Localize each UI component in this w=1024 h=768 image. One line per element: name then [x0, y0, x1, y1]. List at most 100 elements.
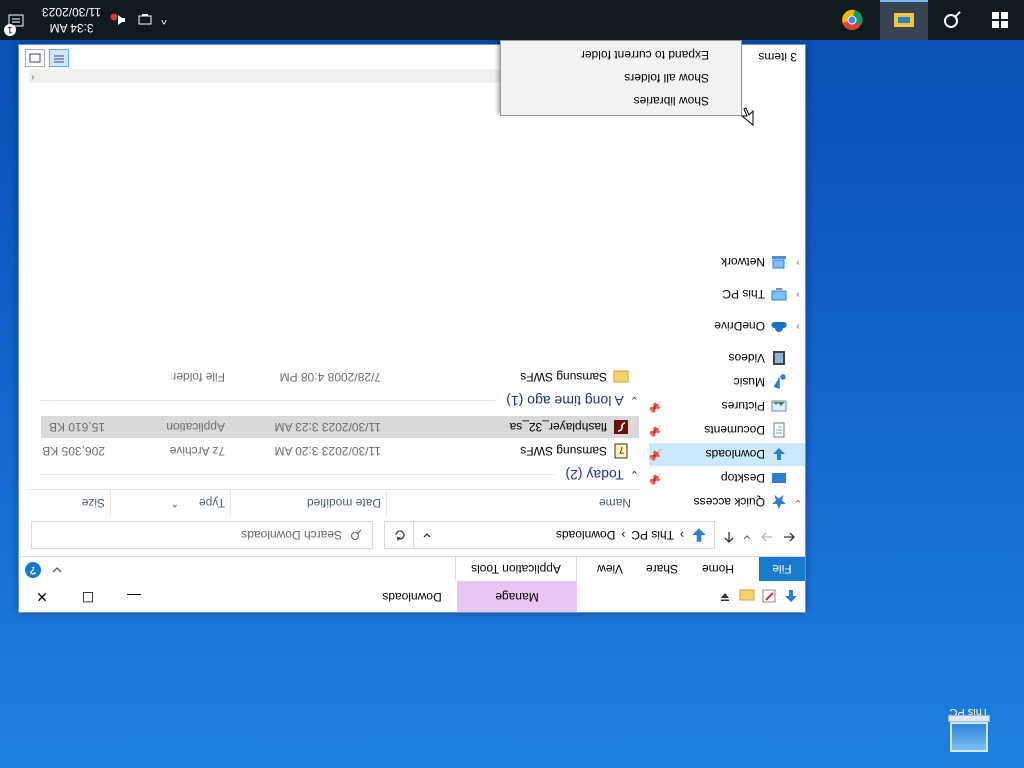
clock[interactable]: 3:34 AM 11/30/2023 [42, 4, 101, 36]
new-folder-icon[interactable] [739, 588, 755, 604]
search-box[interactable]: Search Downloads [31, 521, 373, 549]
nav-item-downloads[interactable]: Downloads 📌 [649, 443, 805, 466]
file-name: flashplayer_32_sa [509, 420, 607, 434]
column-header-type[interactable]: Type [199, 490, 225, 516]
column-divider[interactable] [230, 490, 231, 516]
taskbar-chrome[interactable] [828, 0, 876, 40]
forward-button[interactable] [757, 527, 777, 547]
nav-item-label: Desktop [720, 471, 765, 486]
windows-logo-icon [992, 12, 1008, 28]
view-toggle-group [25, 49, 69, 67]
tab-home[interactable]: Home [693, 557, 743, 581]
file-explorer-icon [894, 13, 914, 27]
nav-item-documents[interactable]: Documents 📌 [649, 419, 805, 442]
menu-item-label: Show all folders [624, 71, 709, 85]
action-center-button[interactable]: 1 [4, 0, 28, 40]
nav-item-label: Quick access [693, 495, 765, 510]
expand-chevron-icon[interactable]: › [791, 321, 805, 332]
start-button[interactable] [976, 0, 1024, 40]
show-hidden-icons-chevron-icon[interactable]: ^ [161, 13, 167, 27]
column-header-size[interactable]: Size [82, 490, 105, 516]
breadcrumb-separator: › [621, 528, 626, 542]
pin-icon[interactable]: 📌 [649, 424, 663, 437]
column-header-name[interactable]: Name [599, 490, 631, 516]
nav-item-desktop[interactable]: Desktop 📌 [649, 467, 805, 490]
collapse-chevron-icon[interactable]: ⌄ [791, 497, 805, 508]
column-divider[interactable] [110, 490, 111, 516]
nav-item-label: OneDrive [714, 319, 765, 334]
breadcrumb-this-pc[interactable]: This PC [631, 528, 674, 542]
details-view-icon [54, 55, 64, 63]
details-view-button[interactable] [49, 49, 69, 67]
expand-chevron-icon[interactable]: › [791, 289, 805, 300]
taskbar-file-explorer[interactable] [880, 0, 928, 40]
address-bar[interactable]: › This PC › Downloads [413, 521, 715, 549]
file-row[interactable]: Samsung SWFs 7/28/2008 4:08 PM File fold… [41, 366, 639, 388]
help-button[interactable]: ? [25, 562, 41, 578]
pin-icon[interactable]: 📌 [649, 400, 663, 413]
menu-item-show-all-folders[interactable]: Show all folders [501, 67, 741, 89]
file-row[interactable]: 7 Samsung SWFs 11/30/2023 3:20 AM 7z Arc… [41, 440, 639, 462]
properties-icon[interactable] [761, 588, 777, 604]
file-list: Name Date modified Type ⌃ Size ⌄ Today (… [29, 96, 639, 516]
refresh-button[interactable] [384, 521, 415, 549]
nav-item-quick-access[interactable]: ⌄ Quick access [649, 491, 805, 514]
large-icons-view-button[interactable] [25, 49, 45, 67]
expand-chevron-icon[interactable]: › [791, 257, 805, 268]
file-date: 11/30/2023 3:20 AM [274, 444, 381, 458]
nav-item-network[interactable]: › Network [649, 251, 805, 274]
nav-item-pictures[interactable]: Pictures 📌 [649, 395, 805, 418]
nav-item-label: Network [720, 255, 765, 270]
file-size: 15,610 KB [48, 420, 105, 434]
minimize-button[interactable]: — [111, 581, 157, 612]
tab-share[interactable]: Share [637, 557, 687, 581]
nav-item-onedrive[interactable]: › OneDrive [649, 315, 805, 338]
menu-item-expand-to-current-folder[interactable]: Expand to current folder [501, 44, 741, 66]
nav-item-this-pc[interactable]: › This PC [649, 283, 805, 306]
back-arrow-icon [784, 532, 795, 542]
flash-player-icon [614, 420, 628, 434]
qat-dropdown-icon[interactable] [717, 588, 733, 604]
group-header-today[interactable]: ⌄ Today (2) [39, 464, 639, 486]
system-tray: ^ 3:34 AM 11/30/2023 1 [0, 0, 167, 40]
file-name: Samsung SWFs [520, 444, 607, 458]
up-arrow-icon[interactable] [783, 588, 799, 604]
up-button[interactable] [719, 527, 739, 547]
network-status-icon[interactable] [135, 13, 153, 27]
menu-item-show-libraries[interactable]: Show libraries [501, 90, 741, 112]
file-row-selected[interactable]: flashplayer_32_sa 11/30/2023 3:23 AM App… [41, 416, 639, 438]
recent-locations-button[interactable] [737, 527, 757, 547]
column-header-date-modified[interactable]: Date modified [307, 490, 381, 516]
close-button[interactable]: ✕ [19, 581, 65, 612]
volume-muted-icon[interactable] [109, 13, 127, 27]
tab-file[interactable]: File [759, 557, 805, 581]
breadcrumb-downloads[interactable]: Downloads [556, 528, 615, 542]
taskbar-search-button[interactable] [928, 0, 976, 40]
group-header-long-ago[interactable]: ⌄ A long time ago (1) [39, 390, 639, 412]
pin-icon[interactable]: 📌 [649, 448, 663, 461]
clock-date: 11/30/2023 [42, 5, 102, 19]
desktop-icon-this-pc[interactable]: This PC [934, 706, 1004, 752]
scroll-left-arrow-icon[interactable]: ‹ [31, 72, 34, 83]
expand-ribbon-icon[interactable] [51, 564, 63, 576]
collapse-chevron-icon: ⌄ [629, 468, 639, 481]
file-name: Samsung SWFs [520, 370, 607, 384]
window-controls: — ☐ ✕ [19, 581, 157, 612]
nav-item-videos[interactable]: Videos [649, 347, 805, 370]
nav-item-music[interactable]: Music [649, 371, 805, 394]
tab-application-tools[interactable]: Application Tools [455, 557, 577, 581]
group-label: A long time ago (1) [506, 393, 624, 409]
column-divider[interactable] [386, 490, 387, 516]
search-icon [351, 529, 362, 540]
tab-view[interactable]: View [587, 557, 633, 581]
address-dropdown-icon[interactable] [422, 530, 432, 540]
up-arrow-icon [724, 532, 734, 543]
search-placeholder[interactable]: Search Downloads [241, 528, 342, 542]
clock-time: 3:34 AM [49, 21, 94, 35]
nav-item-label: Music [733, 375, 765, 390]
back-button[interactable] [779, 527, 799, 547]
pin-icon[interactable]: 📌 [649, 472, 663, 485]
title-bar[interactable]: Manage Downloads — ☐ ✕ [19, 581, 805, 612]
item-count: 3 items [758, 50, 797, 64]
maximize-button[interactable]: ☐ [65, 581, 111, 612]
